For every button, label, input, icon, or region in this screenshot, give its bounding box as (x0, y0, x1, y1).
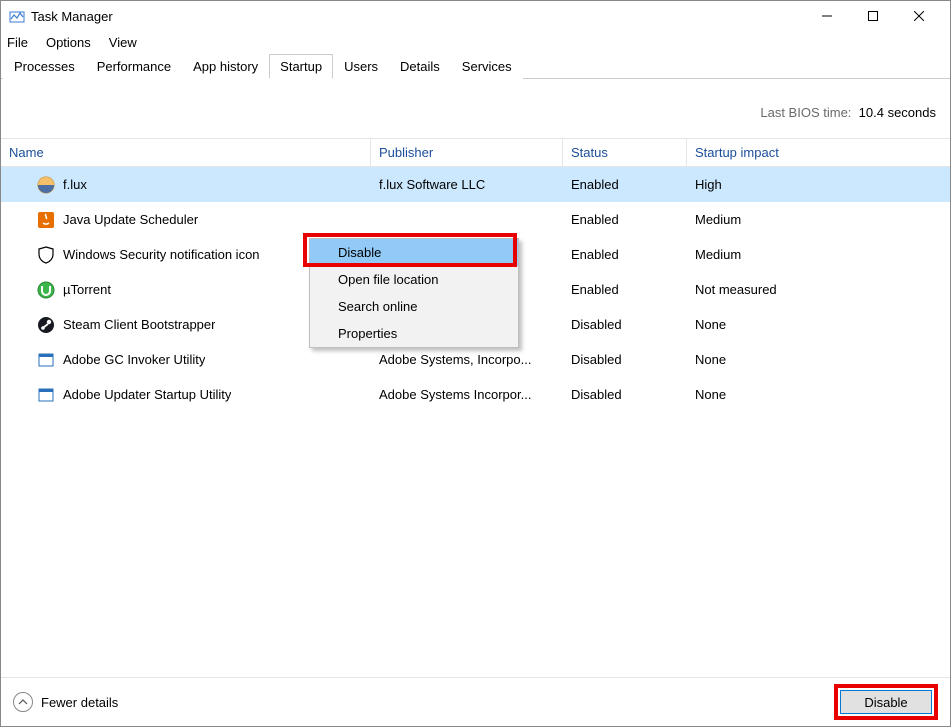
tab-details[interactable]: Details (389, 54, 451, 79)
row-impact: None (695, 352, 726, 367)
row-status: Enabled (571, 177, 619, 192)
tab-startup[interactable]: Startup (269, 54, 333, 79)
row-impact: Medium (695, 212, 741, 227)
tabbar: Processes Performance App history Startu… (1, 53, 950, 79)
row-impact: None (695, 387, 726, 402)
row-impact: Medium (695, 247, 741, 262)
row-name: Windows Security notification icon (63, 247, 260, 262)
row-name: µTorrent (63, 282, 111, 297)
row-name: Adobe GC Invoker Utility (63, 352, 205, 367)
tab-performance[interactable]: Performance (86, 54, 182, 79)
row-status: Enabled (571, 212, 619, 227)
task-manager-icon (9, 8, 25, 24)
bios-time-label: Last BIOS time: (760, 105, 851, 120)
window-title: Task Manager (31, 9, 804, 24)
steam-icon (37, 316, 55, 334)
menu-view[interactable]: View (109, 35, 137, 50)
table-header: Name Publisher Status Startup impact (1, 139, 950, 167)
menu-options[interactable]: Options (46, 35, 91, 50)
table-row[interactable]: Java Update Scheduler Enabled Medium (1, 202, 950, 237)
row-status: Enabled (571, 247, 619, 262)
row-publisher: Adobe Systems Incorpor... (379, 387, 531, 402)
table-row[interactable]: Adobe Updater Startup Utility Adobe Syste… (1, 377, 950, 412)
row-status: Enabled (571, 282, 619, 297)
column-publisher[interactable]: Publisher (371, 139, 563, 166)
column-status[interactable]: Status (563, 139, 687, 166)
row-impact: None (695, 317, 726, 332)
fewer-details-toggle[interactable]: Fewer details (13, 692, 834, 712)
row-impact: High (695, 177, 722, 192)
minimize-button[interactable] (804, 1, 850, 31)
row-name: Steam Client Bootstrapper (63, 317, 215, 332)
context-item-open-file-location[interactable]: Open file location (310, 266, 518, 293)
window-controls (804, 1, 942, 31)
close-button[interactable] (896, 1, 942, 31)
column-impact[interactable]: Startup impact (687, 139, 847, 166)
shield-icon (37, 246, 55, 264)
bios-time-row: Last BIOS time: 10.4 seconds (1, 79, 950, 138)
tab-services[interactable]: Services (451, 54, 523, 79)
highlight-box: Disable (834, 684, 938, 720)
row-name: f.lux (63, 177, 87, 192)
context-item-search-online[interactable]: Search online (310, 293, 518, 320)
startup-table: ⌄ Name Publisher Status Startup impact f… (1, 138, 950, 678)
tab-app-history[interactable]: App history (182, 54, 269, 79)
tab-users[interactable]: Users (333, 54, 389, 79)
menu-file[interactable]: File (7, 35, 28, 50)
disable-button[interactable]: Disable (840, 690, 932, 714)
tab-processes[interactable]: Processes (3, 54, 86, 79)
row-status: Disabled (571, 352, 622, 367)
row-status: Disabled (571, 317, 622, 332)
table-row[interactable]: f.lux f.lux Software LLC Enabled High (1, 167, 950, 202)
bios-time-value: 10.4 seconds (859, 105, 936, 120)
menubar: File Options View (1, 31, 950, 53)
column-name[interactable]: Name (1, 139, 371, 166)
row-name: Adobe Updater Startup Utility (63, 387, 231, 402)
row-publisher: f.lux Software LLC (379, 177, 485, 192)
footer: Fewer details Disable (1, 678, 950, 726)
context-menu: Disable Open file location Search online… (309, 238, 519, 348)
java-icon (37, 211, 55, 229)
utorrent-icon (37, 281, 55, 299)
row-impact: Not measured (695, 282, 777, 297)
maximize-button[interactable] (850, 1, 896, 31)
flux-icon (37, 176, 55, 194)
fewer-details-label: Fewer details (41, 695, 118, 710)
window-icon (37, 351, 55, 369)
row-status: Disabled (571, 387, 622, 402)
window-icon (37, 386, 55, 404)
row-name: Java Update Scheduler (63, 212, 198, 227)
context-item-disable[interactable]: Disable (310, 239, 518, 266)
row-publisher: Adobe Systems, Incorpo... (379, 352, 531, 367)
context-item-properties[interactable]: Properties (310, 320, 518, 347)
chevron-up-icon (13, 692, 33, 712)
titlebar: Task Manager (1, 1, 950, 31)
task-manager-window: Task Manager File Options View Processes… (0, 0, 951, 727)
